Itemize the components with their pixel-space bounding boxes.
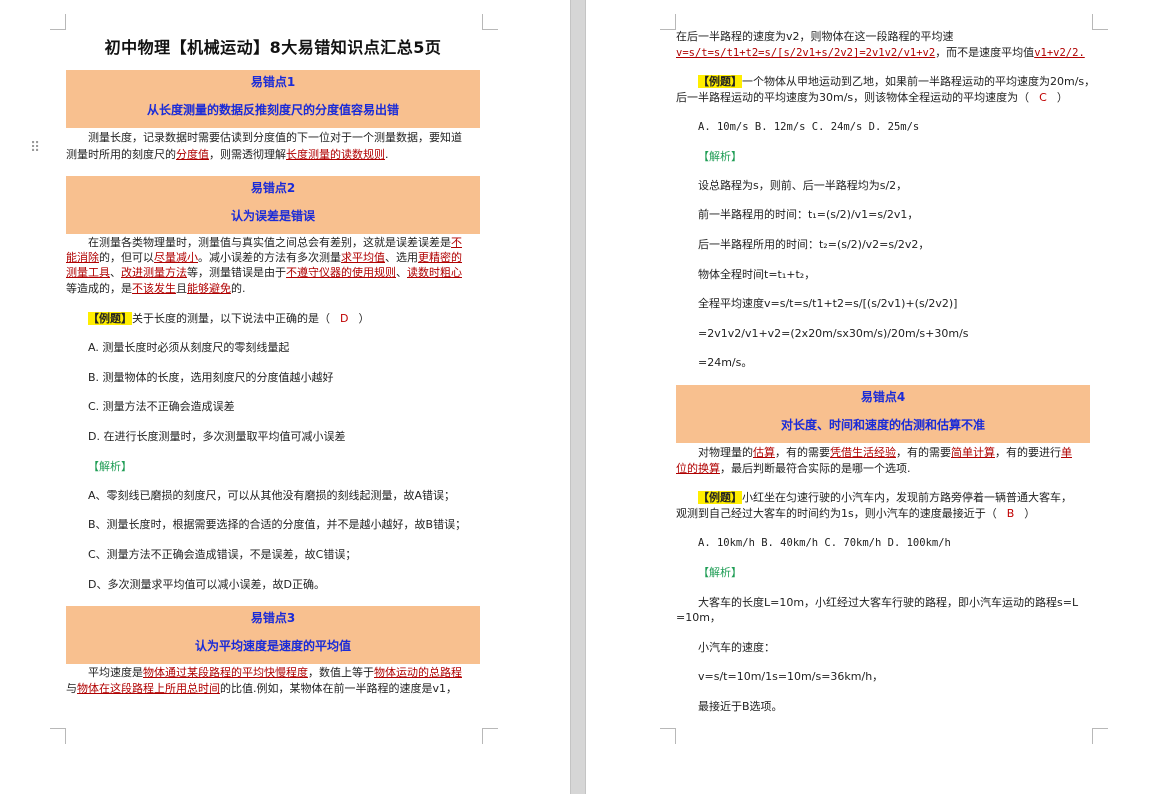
crop-mark <box>1092 728 1108 744</box>
crop-mark <box>1092 14 1108 30</box>
analysis-line: D、多次测量求平均值可以减小误差，故D正确。 <box>88 578 325 591</box>
error-point-label: 易错点2 <box>250 181 296 195</box>
error-point-heading: 认为误差是错误 <box>230 209 315 223</box>
page-gap <box>570 0 586 794</box>
analysis-line: =10m， <box>676 611 721 624</box>
paragraph-line: 对物理量的估算，有的需要凭借生活经验，有的需要简单计算，有的要进行单 <box>698 446 1072 459</box>
formula-line: v=s/t=s/t1+t2=s/[s/2v1+s/2v2]=2v1v2/v1+v… <box>676 46 1085 59</box>
example-question: 后一半路程运动的平均速度为30m/s，则该物体全程运动的平均速度为（ C） <box>676 91 1068 104</box>
crop-mark <box>50 728 66 744</box>
analysis-line: A、零刻线已磨损的刻度尺，可以从其他没有磨损的刻线起测量，故A错误； <box>88 489 456 502</box>
analysis-line: =24m/s。 <box>698 356 753 369</box>
crop-mark <box>482 14 498 30</box>
option-a: A. 测量长度时必须从刻度尺的零刻线量起 <box>88 341 290 354</box>
analysis-line: 设总路程为s，则前、后一半路程均为s/2， <box>698 179 908 192</box>
crop-mark <box>50 14 66 30</box>
analysis-line: 大客车的长度L=10m，小红经过大客车行驶的路程，即小汽车运动的路程s=L <box>698 596 1079 609</box>
crop-mark <box>660 728 676 744</box>
example-question: 【例题】一个物体从甲地运动到乙地，如果前一半路程运动的平均速度为20m/s， <box>698 75 1096 88</box>
analysis-tag: 【解析】 <box>698 150 742 163</box>
analysis-line: 全程平均速度v=s/t=s/t1+t2=s/[(s/2v1)+(s/2v2)] <box>698 297 958 310</box>
option-c: C. 测量方法不正确会造成误差 <box>88 400 235 413</box>
crop-mark <box>660 14 676 30</box>
error-point-label: 易错点1 <box>250 75 296 89</box>
analysis-line: =2v1v2/v1+v2=(2x20m/sx30m/s)/20m/s+30m/s <box>698 327 969 340</box>
error-point-label: 易错点4 <box>860 390 906 404</box>
option-b: B. 测量物体的长度，选用刻度尺的分度值越小越好 <box>88 371 334 384</box>
paragraph-line: 平均速度是物体通过某段路程的平均快慢程度，数值上等于物体运动的总路程 <box>88 666 462 679</box>
paragraph-line: 测量工具、改进测量方法等，测量错误是由于不遵守仪器的使用规则、读数时粗心 <box>66 266 462 279</box>
paragraph-line: 在后一半路程的速度为v2，则物体在这一段路程的平均速 <box>676 30 954 43</box>
drag-handle-icon[interactable]: ⠿ <box>30 141 40 160</box>
document-page-right: 在后一半路程的速度为v2，则物体在这一段路程的平均速 v=s/t=s/t1+t2… <box>586 0 1173 794</box>
options-row: A. 10m/s B. 12m/s C. 24m/s D. 25m/s <box>698 121 920 133</box>
option-d: D. 在进行长度测量时，多次测量取平均值可减小误差 <box>88 430 346 443</box>
analysis-tag: 【解析】 <box>88 460 132 473</box>
paragraph-line: 能消除的，但可以尽量减小。减小误差的方法有多次测量求平均值、选用更精密的 <box>66 251 462 264</box>
analysis-line: 最接近于B选项。 <box>698 700 783 713</box>
analysis-line: v=s/t=10m/1s=10m/s=36km/h， <box>698 670 884 683</box>
paragraph-line: 测量长度，记录数据时需要估读到分度值的下一位对于一个测量数据，要知道 <box>88 131 462 144</box>
paragraph-line: 等造成的，是不该发生且能够避免的. <box>66 282 246 295</box>
error-point-heading: 对长度、时间和速度的估测和估算不准 <box>780 418 985 432</box>
analysis-line: C、测量方法不正确会造成错误，不是误差，故C错误； <box>88 548 357 561</box>
analysis-line: 前一半路程用的时间：t₁=(s/2)/v1=s/2v1， <box>698 208 919 221</box>
document-title: 初中物理【机械运动】8大易错知识点汇总5页 <box>104 38 442 57</box>
paragraph-line: 在测量各类物理量时，测量值与真实值之间总会有差别，这就是误差误差是不 <box>88 236 462 249</box>
example-question: 观测到自己经过大客车的时间约为1s，则小汽车的速度最接近于（ B） <box>676 507 1036 520</box>
example-question: 【例题】关于长度的测量，以下说法中正确的是（ D） <box>88 312 370 325</box>
error-point-heading: 认为平均速度是速度的平均值 <box>194 639 351 653</box>
example-question: 【例题】小红坐在匀速行驶的小汽车内，发现前方路旁停着一辆普通大客车， <box>698 491 1072 504</box>
document-page-left: ⠿ 初中物理【机械运动】8大易错知识点汇总5页 易错点1 从长度测量的数据反推刻… <box>0 0 570 794</box>
error-point-heading: 从长度测量的数据反推刻度尺的分度值容易出错 <box>146 103 399 117</box>
error-point-3-band: 易错点3 认为平均速度是速度的平均值 <box>66 606 480 664</box>
analysis-line: 后一半路程所用的时间：t₂=(s/2)/v2=s/2v2， <box>698 238 930 251</box>
analysis-line: 小汽车的速度： <box>698 641 775 654</box>
error-point-label: 易错点3 <box>250 611 296 625</box>
error-point-2-band: 易错点2 认为误差是错误 <box>66 176 480 234</box>
crop-mark <box>482 728 498 744</box>
error-point-1-band: 易错点1 从长度测量的数据反推刻度尺的分度值容易出错 <box>66 70 480 128</box>
error-point-4-band: 易错点4 对长度、时间和速度的估测和估算不准 <box>676 385 1090 443</box>
paragraph-line: 与物体在这段路程上所用总时间的比值.例如，某物体在前一半路程的速度是v1， <box>66 682 458 695</box>
analysis-line: 物体全程时间t=t₁+t₂， <box>698 268 816 281</box>
analysis-line: B、测量长度时，根据需要选择的合适的分度值，并不是越小越好，故B错误； <box>88 518 467 531</box>
analysis-tag: 【解析】 <box>698 566 742 579</box>
options-row: A. 10km/h B. 40km/h C. 70km/h D. 100km/h <box>698 537 951 549</box>
paragraph-line: 测量时所用的刻度尺的分度值，则需透彻理解长度测量的读数规则. <box>66 148 389 161</box>
paragraph-line: 位的换算，最后判断最符合实际的是哪一个选项. <box>676 462 911 475</box>
